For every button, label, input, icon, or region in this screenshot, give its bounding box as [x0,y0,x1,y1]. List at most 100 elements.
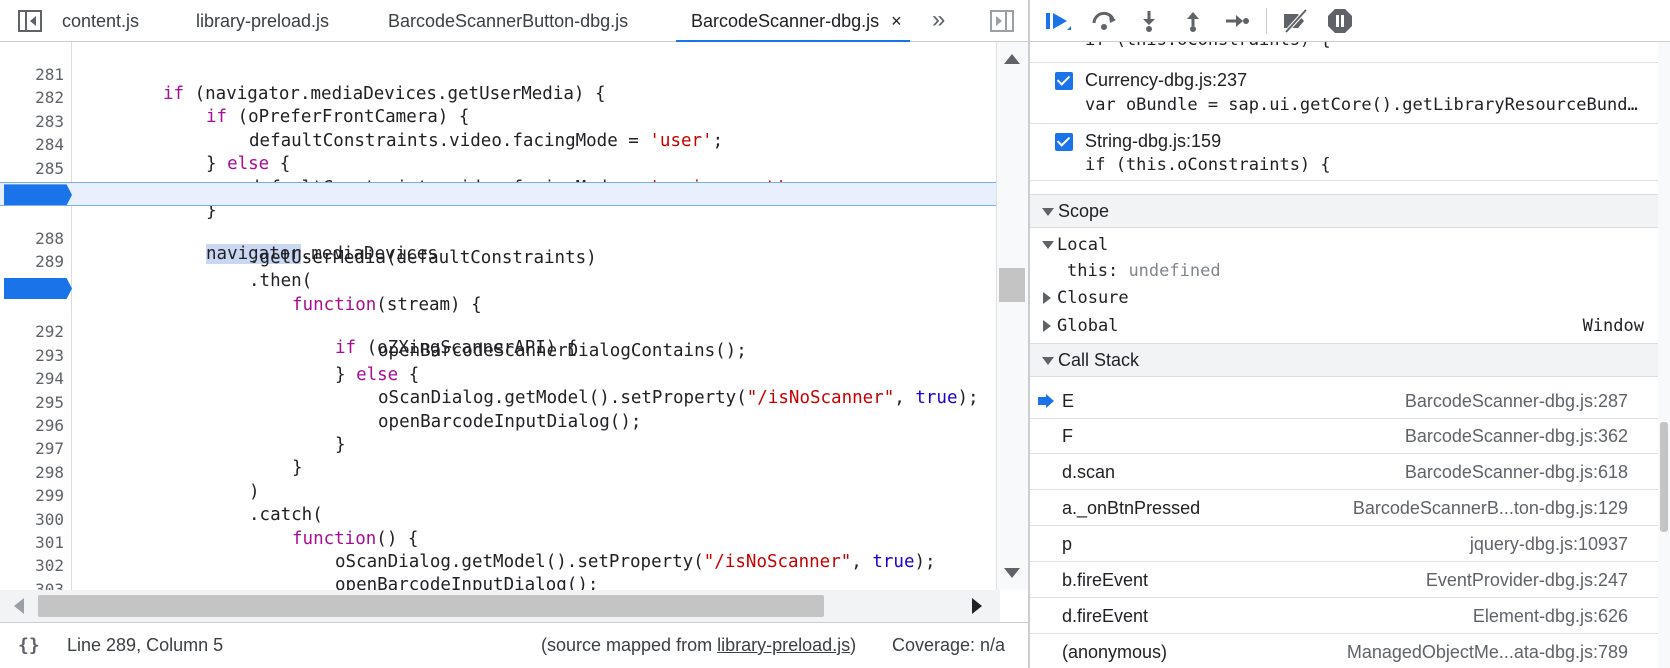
breakpoint-item[interactable]: String-dbg.js:159 if (this.oConstraints)… [1030,124,1658,181]
code-line-292[interactable]: 292 openBarcodeScannerDialogContains(); [0,300,996,361]
breakpoint-checkbox[interactable] [1055,72,1073,90]
scope-variable-this[interactable]: this: undefined [1030,257,1658,285]
call-stack-section-header[interactable]: Call Stack [1030,343,1658,377]
current-frame-arrow-icon [1038,394,1054,408]
breakpoint-marker[interactable] [4,184,72,206]
source-map-link[interactable]: library-preload.js [717,635,850,655]
call-frame-function: d.scan [1062,462,1116,482]
breakpoint-snippet: var oBundle = sap.ui.getCore().getLibrar… [1085,95,1640,115]
sidebar-vertical-scrollbar[interactable] [1658,42,1670,668]
code-line-284[interactable]: 284 } else { [0,113,996,174]
debugger-sidebar: if (this.oConstraints) { Currency-dbg.js… [1030,0,1670,668]
coverage-status: Coverage: n/a [892,635,1006,655]
tab-label: content.js [62,11,140,31]
code-line-301[interactable]: 301 oScanDialog.getModel().setProperty("… [0,511,996,572]
call-frame-location: BarcodeScanner-dbg.js:618 [1404,462,1628,482]
breakpoint-marker[interactable] [4,278,72,299]
code-line-304[interactable]: 304 ) [0,581,996,590]
close-tab-icon[interactable]: × [891,0,902,42]
code-line-285[interactable]: 285 defaultConstraints.video.facingMode … [0,137,996,198]
sidebar-scroll-thumb[interactable] [1660,422,1668,532]
source-mapped-info: (source mapped from library-preload.js) [541,635,856,656]
scroll-down-arrow-icon[interactable] [1004,568,1020,578]
call-frame-function: d.fireEvent [1062,606,1149,626]
scope-local[interactable]: Local [1030,231,1658,259]
call-frame[interactable]: a._onBtnPressed BarcodeScannerB...ton-db… [1030,491,1658,526]
code-line-302[interactable]: 302 openBarcodeInputDialog(); [0,534,996,590]
code-line-287-paused[interactable]: 287 navigator.mediaDevices [0,182,996,265]
scroll-left-arrow-icon[interactable] [14,598,24,614]
call-frame-location: EventProvider-dbg.js:247 [1425,570,1628,590]
step-over-icon[interactable] [1087,7,1121,35]
code-line-303[interactable]: 303 } [0,558,996,590]
call-frame[interactable]: F BarcodeScanner-dbg.js:362 [1030,419,1658,454]
code-line-281[interactable]: 281 if (navigator.mediaDevices.getUserMe… [0,43,996,104]
code-line-290[interactable]: 290 function(stream) { [0,254,996,315]
step-icon[interactable] [1220,7,1254,35]
tab-barcodescannerbutton-dbg-js[interactable]: BarcodeScannerButton-dbg.js [388,0,628,42]
code-line-299[interactable]: 299 .catch( [0,464,996,525]
scroll-right-arrow-icon[interactable] [972,598,982,614]
scope-value: Window [1582,316,1644,336]
more-tabs-chevron-icon[interactable]: » [932,0,945,42]
breakpoint-location[interactable]: String-dbg.js:159 [1085,131,1221,152]
code-line-297[interactable]: 297 } [0,417,996,478]
code-line-300[interactable]: 300 function() { [0,488,996,549]
code-line-289[interactable]: 289 .then( [0,230,996,291]
step-out-icon[interactable] [1176,7,1210,35]
call-frame[interactable]: d.fireEvent Element-dbg.js:626 [1030,599,1658,634]
call-frame[interactable]: p jquery-dbg.js:10937 [1030,527,1658,562]
call-frame-function: p [1062,534,1073,554]
resume-icon[interactable] [1041,7,1075,35]
code-editor[interactable]: 281 if (navigator.mediaDevices.getUserMe… [0,42,1000,590]
tab-label: BarcodeScanner-dbg.js [691,11,880,31]
editor-horizontal-scroll-thumb[interactable] [38,595,824,617]
scope-section-header[interactable]: Scope [1030,194,1658,228]
collapse-arrow-icon [1043,320,1051,332]
pause-on-exceptions-icon[interactable] [1323,7,1357,35]
code-line-296[interactable]: 296 } [0,394,996,455]
breakpoint-item[interactable]: if (this.oConstraints) { [1030,42,1658,63]
scope-variable: this: undefined [1067,257,1221,285]
step-into-icon[interactable] [1132,7,1166,35]
toolbar-divider [1266,8,1267,34]
deactivate-breakpoints-icon[interactable] [1279,7,1313,35]
code-line-283[interactable]: 283 defaultConstraints.video.facingMode … [0,90,996,151]
toggle-navigator-icon[interactable] [16,8,44,34]
editor-vertical-scrollbar[interactable] [996,42,1028,590]
editor-status-bar: {} Line 289, Column 5 (source mapped fro… [0,622,1028,668]
pretty-print-icon[interactable]: {} [18,635,40,656]
scope-label: Global [1057,316,1119,336]
expand-arrow-icon [1042,241,1054,249]
code-line-286[interactable]: 286 } [0,160,996,221]
code-line-298[interactable]: 298 ) [0,441,996,502]
code-line-293[interactable]: 293 } else { [0,324,996,385]
call-frame-location: jquery-dbg.js:10937 [1469,534,1628,554]
scope-label: Local [1057,235,1109,255]
code-line-288[interactable]: 288 .getUserMedia(defaultConstraints) [0,207,996,268]
code-line-291[interactable]: 291 if (oZXingScannerAPI) { [0,277,996,358]
code-line-295[interactable]: 295 openBarcodeInputDialog(); [0,371,996,432]
section-title: Scope [1058,201,1110,221]
call-frame[interactable]: (anonymous) ManagedObjectMe...ata-dbg.js… [1030,635,1658,668]
breakpoint-checkbox[interactable] [1055,133,1073,151]
scope-global[interactable]: Global Window [1030,312,1658,340]
breakpoint-location[interactable]: Currency-dbg.js:237 [1085,70,1247,91]
editor-horizontal-scrollbar[interactable] [0,590,1000,622]
tab-barcodescanner-dbg-js[interactable]: BarcodeScanner-dbg.js × [676,0,910,42]
toggle-debugger-sidebar-icon[interactable] [988,8,1016,34]
scope-variable-separator: : [1107,261,1129,281]
scroll-up-arrow-icon[interactable] [1004,54,1020,64]
code-line-294[interactable]: 294 oScanDialog.getModel().setProperty("… [0,347,996,408]
breakpoint-snippet: if (this.oConstraints) { [1085,155,1331,175]
scope-closure[interactable]: Closure [1030,284,1658,312]
editor-vertical-scroll-thumb[interactable] [999,268,1025,302]
code-line-282[interactable]: 282 if (oPreferFrontCamera) { [0,66,996,127]
call-frame-current[interactable]: E BarcodeScanner-dbg.js:287 [1030,384,1658,419]
call-frame-location: BarcodeScanner-dbg.js:287 [1404,391,1628,411]
tab-library-preload-js[interactable]: library-preload.js [196,0,329,42]
breakpoint-item[interactable]: Currency-dbg.js:237 var oBundle = sap.ui… [1030,63,1658,124]
tab-content-js[interactable]: content.js [62,0,139,42]
call-frame[interactable]: b.fireEvent EventProvider-dbg.js:247 [1030,563,1658,598]
call-frame[interactable]: d.scan BarcodeScanner-dbg.js:618 [1030,455,1658,490]
